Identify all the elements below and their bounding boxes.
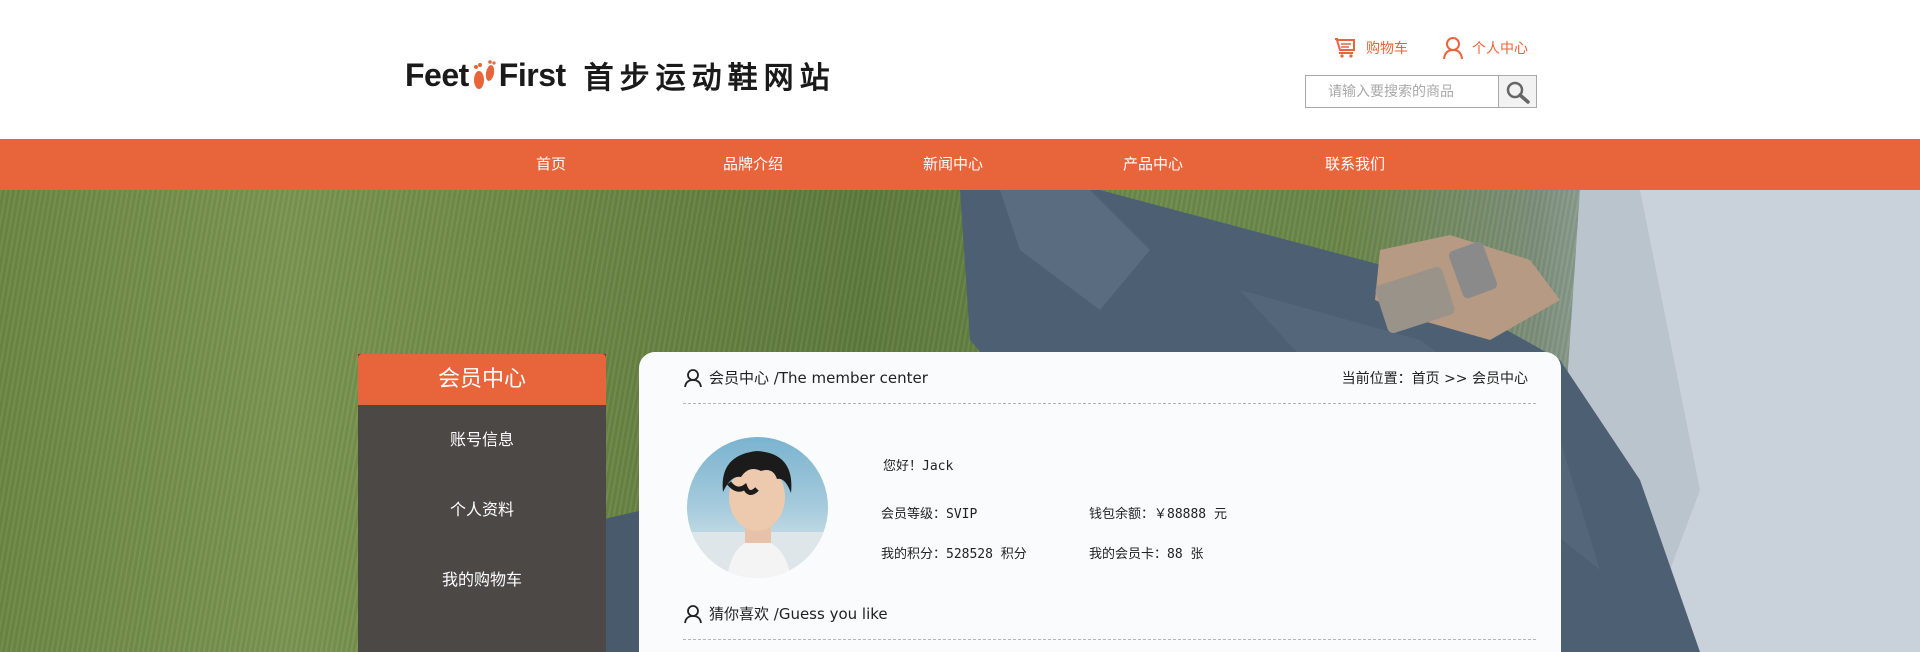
guess-you-like-title: 猜你喜欢 /Guess you like	[683, 603, 888, 624]
member-center-title-text: 会员中心 /The member center	[709, 369, 928, 387]
sidebar-item-profile[interactable]: 个人资料	[358, 475, 606, 545]
nav-item-contact[interactable]: 联系我们	[1325, 139, 1385, 190]
member-cards: 我的会员卡：88 张	[1089, 547, 1204, 562]
search-bar	[1305, 75, 1537, 108]
search-button[interactable]	[1498, 75, 1537, 108]
member-points: 我的积分：528528 积分	[881, 547, 1027, 562]
member-center-link[interactable]: 个人中心	[1442, 36, 1528, 60]
sidebar-menu: 账号信息 个人资料 我的购物车	[358, 405, 606, 615]
footprint-icon	[471, 58, 497, 92]
logo-text-first: First	[498, 56, 566, 93]
sidebar-item-account-info[interactable]: 账号信息	[358, 405, 606, 475]
cart-label: 购物车	[1366, 41, 1408, 57]
cart-link[interactable]: 购物车	[1334, 37, 1408, 59]
member-sidebar: 会员中心 账号信息 个人资料 我的购物车	[358, 354, 606, 652]
main-nav: 首页 品牌介绍 新闻中心 产品中心 联系我们	[0, 139, 1920, 190]
user-icon	[684, 604, 702, 623]
member-center-label: 个人中心	[1472, 41, 1528, 57]
sidebar-title: 会员中心	[358, 354, 606, 405]
member-center-header: 会员中心 /The member center 当前位置：首页 >> 会员中心	[683, 352, 1536, 404]
guess-you-like-header: 猜你喜欢 /Guess you like	[683, 588, 1536, 640]
search-icon	[1506, 81, 1530, 104]
nav-item-news[interactable]: 新闻中心	[923, 139, 983, 190]
member-level: 会员等级：SVIP	[881, 507, 978, 522]
member-center-card: 会员中心 /The member center 当前位置：首页 >> 会员中心 …	[639, 352, 1561, 652]
user-icon	[1443, 37, 1463, 60]
top-links: 购物车 个人中心	[1334, 36, 1528, 60]
search-input[interactable]	[1305, 75, 1498, 108]
wallet-balance: 钱包余额：￥88888 元	[1089, 507, 1227, 522]
nav-item-home[interactable]: 首页	[536, 139, 566, 190]
logo-text-feet: Feet	[405, 56, 469, 93]
avatar	[687, 437, 828, 578]
guess-you-like-title-text: 猜你喜欢 /Guess you like	[709, 605, 888, 623]
cart-icon	[1335, 38, 1355, 58]
nav-item-brand[interactable]: 品牌介绍	[723, 139, 783, 190]
site-header: Feet First 首步运动鞋网站 购物车 个人中心 请输入要搜索的商品	[0, 0, 1920, 139]
breadcrumb: 当前位置：首页 >> 会员中心	[1341, 370, 1528, 387]
sidebar-item-cart[interactable]: 我的购物车	[358, 545, 606, 615]
nav-item-products[interactable]: 产品中心	[1123, 139, 1183, 190]
greeting-text: 您好！Jack	[883, 459, 954, 474]
member-center-title: 会员中心 /The member center	[683, 367, 928, 388]
site-logo[interactable]: Feet First 首步运动鞋网站	[405, 55, 836, 97]
user-icon	[684, 368, 702, 387]
logo-chinese-title: 首步运动鞋网站	[583, 61, 836, 96]
